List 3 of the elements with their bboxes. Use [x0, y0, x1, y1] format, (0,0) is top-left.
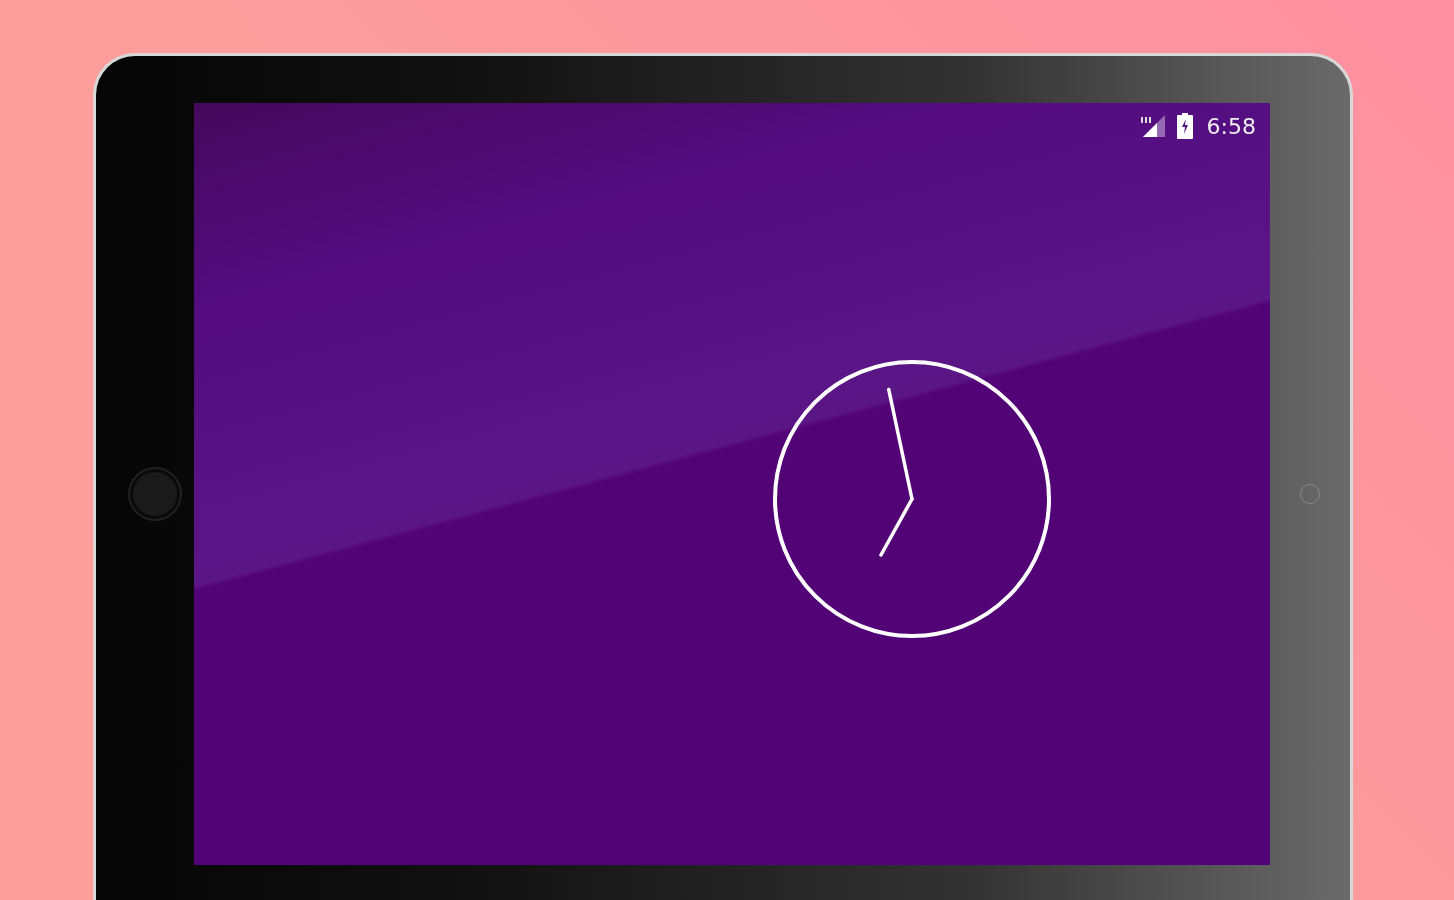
status-time: 6:58	[1206, 113, 1256, 139]
battery-icon	[1176, 113, 1193, 139]
home-button[interactable]	[130, 469, 180, 519]
